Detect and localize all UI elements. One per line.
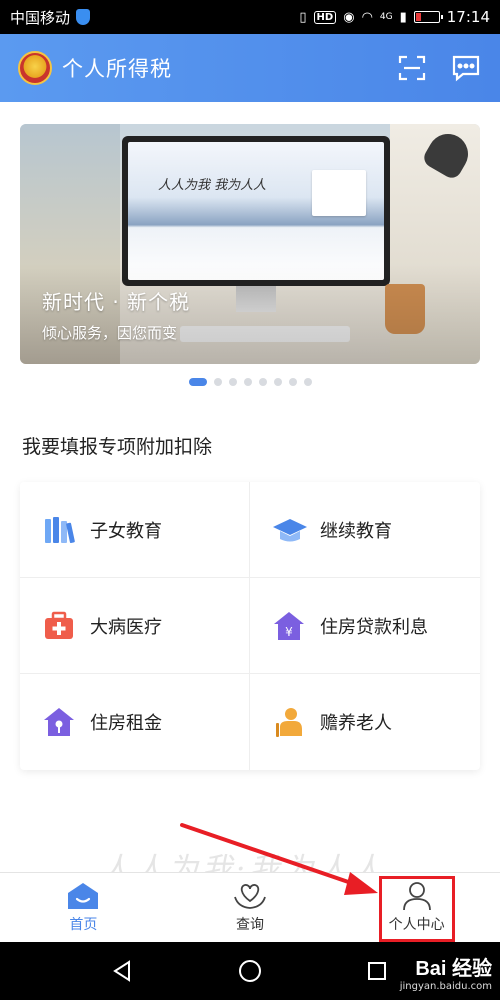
vibrate-icon: ▯ [299,9,307,25]
recents-icon[interactable] [362,956,392,986]
tab-label: 首页 [69,917,98,933]
deduction-label: 大病医疗 [90,616,162,638]
battery-icon [413,11,443,23]
app-header: 个人所得税 [0,34,500,102]
house-key-icon [42,705,76,739]
home-icon [68,883,99,909]
hd-icon: HD [313,10,337,24]
status-right: ▯ HD ◉ ◠ 4G ▮ 17:14 [299,8,490,26]
elder-icon [272,705,306,739]
deduction-housing-loan-interest[interactable]: ¥ 住房贷款利息 [250,578,480,674]
carousel-dot[interactable] [228,378,237,386]
deduction-label: 继续教育 [320,520,392,542]
carrier-label: 中国移动 [10,8,71,27]
promo-banner[interactable]: 人人为我 我为人人 新时代 · 新个税 倾心服务，因您而变 [20,124,480,364]
main-content: 人人为我 我为人人 新时代 · 新个税 倾心服务，因您而变 我要填报专项附加扣除 [0,102,500,887]
carousel-dot[interactable] [258,378,267,386]
app-title: 个人所得税 [62,57,172,81]
message-icon[interactable] [450,52,482,84]
deduction-label: 住房租金 [90,713,162,734]
carousel-dot[interactable] [243,378,252,386]
tax-emblem-icon [18,51,52,85]
books-icon [42,513,76,547]
watermark-brand: Bai 经验 [415,958,492,980]
deduction-label: 赡养老人 [320,713,392,734]
svg-text:¥: ¥ [285,625,293,639]
deduction-label: 子女教育 [90,520,162,542]
medical-kit-icon [42,609,76,643]
deduction-continuing-education[interactable]: 继续教育 [250,482,480,578]
carousel-dot[interactable] [303,378,312,386]
deduction-child-education[interactable]: 子女教育 [20,482,250,578]
heart-hands-icon [234,884,266,909]
screen-login-card [312,170,366,216]
banner-subtitle: 倾心服务，因您而变 [42,324,178,342]
signal-icon: ▮ [399,9,407,25]
home-circle-icon[interactable] [235,956,265,986]
status-left: 中国移动 [10,7,91,28]
eye-icon: ◉ [343,9,355,25]
scan-icon[interactable] [396,52,428,84]
back-icon[interactable] [108,956,138,986]
tab-label: 查询 [236,917,264,933]
deduction-grid: 子女教育 继续教育 大病医疗 ¥ 住房贷款利息 住房租金 赡养老人 [20,482,480,770]
carousel-dot[interactable] [213,378,222,386]
house-yuan-icon: ¥ [272,609,306,643]
graduation-cap-icon [272,513,307,547]
deduction-housing-rent[interactable]: 住房租金 [20,674,250,770]
banner-title: 新时代 · 新个税 [42,290,191,314]
tab-query[interactable]: 查询 [167,873,334,942]
watermark-url: jingyan.baidu.com [399,981,492,992]
deduction-serious-illness[interactable]: 大病医疗 [20,578,250,674]
baidu-jingyan-watermark: Bai 经验 jingyan.baidu.com [400,952,492,992]
deduction-elder-support[interactable]: 赡养老人 [250,674,480,770]
carousel-dots [0,378,500,386]
shield-icon [76,9,91,25]
clock: 17:14 [446,8,490,26]
screen-slogan: 人人为我 我为人人 [158,178,267,193]
deduction-label: 住房贷款利息 [320,616,428,638]
monitor-screen: 人人为我 我为人人 [128,142,384,280]
carousel-dot[interactable] [273,378,282,386]
annotation-highlight-box [379,876,455,942]
status-bar: 中国移动 ▯ HD ◉ ◠ 4G ▮ 17:14 [0,0,500,34]
section-title: 我要填报专项附加扣除 [22,436,213,458]
wifi-icon: ◠ [361,9,373,25]
tab-home[interactable]: 首页 [0,873,167,942]
carousel-dot[interactable] [288,378,297,386]
network-label: 4G [379,12,393,22]
carousel-dot[interactable] [188,378,207,386]
